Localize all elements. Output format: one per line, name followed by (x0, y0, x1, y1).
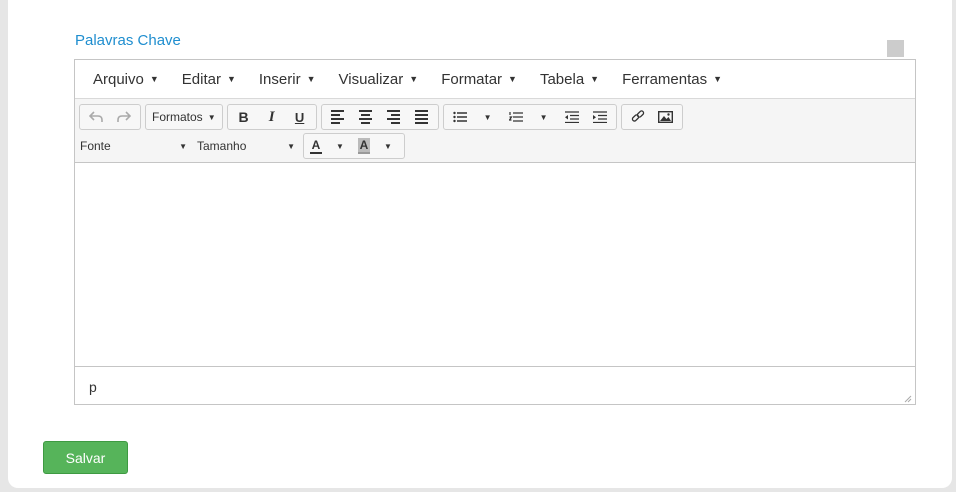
background-color-icon: A (358, 138, 370, 154)
text-style-group: B I U (226, 104, 317, 130)
link-icon[interactable] (624, 106, 652, 128)
caret-down-icon: ▼ (409, 74, 419, 84)
outdent-icon[interactable] (558, 106, 586, 128)
menu-label: Editar (181, 70, 221, 88)
insert-group (620, 104, 683, 130)
numbered-list-icon[interactable] (502, 106, 530, 128)
editor-menubar: Arquivo ▼ Editar ▼ Inserir ▼ Visualizar ▼ Fo… (75, 60, 915, 99)
redo-icon[interactable] (110, 106, 138, 128)
caret-down-icon: ▼ (287, 141, 295, 151)
resize-handle-icon[interactable] (904, 395, 912, 403)
menu-label: Visualizar (338, 70, 404, 88)
caret-down-icon: ▼ (149, 74, 159, 84)
caret-down-icon: ▼ (226, 74, 236, 84)
rich-text-editor: Arquivo ▼ Editar ▼ Inserir ▼ Visualizar ▼ Fo… (74, 59, 916, 405)
menu-formatar[interactable]: Formatar ▼ (433, 71, 525, 88)
menu-arquivo[interactable]: Arquivo ▼ (85, 71, 167, 88)
editor-statusbar: p (75, 366, 915, 406)
menu-inserir[interactable]: Inserir ▼ (251, 71, 324, 88)
background-color-caret-icon[interactable]: ▼ (374, 135, 402, 157)
font-select[interactable]: Fonte ▼ (75, 134, 193, 158)
caret-down-icon: ▼ (508, 74, 517, 84)
formats-label: Formatos (152, 110, 203, 124)
text-color-icon: A (310, 138, 322, 154)
caret-down-icon: ▼ (713, 74, 723, 84)
menu-label: Tabela (539, 70, 585, 88)
align-center-icon[interactable] (352, 106, 380, 128)
formats-group: Formatos ▼ (145, 104, 223, 130)
save-button[interactable]: Salvar (43, 441, 128, 474)
bullet-list-icon[interactable] (446, 106, 474, 128)
menu-tabela[interactable]: Tabela ▼ (532, 71, 607, 88)
bullet-list-caret-icon[interactable]: ▼ (474, 106, 502, 128)
text-color-button[interactable]: A (306, 138, 326, 154)
editor-content-area[interactable] (75, 163, 915, 366)
menu-label: Ferramentas (622, 70, 708, 88)
align-justify-icon[interactable] (408, 106, 436, 128)
list-group: ▼ ▼ (442, 104, 617, 130)
underline-button[interactable]: U (286, 106, 314, 128)
align-right-icon[interactable] (380, 106, 408, 128)
caret-down-icon: ▼ (590, 74, 600, 84)
toolbar-row-1: Formatos ▼ B I U ▼ ▼ (75, 104, 915, 130)
element-path[interactable]: p (89, 379, 97, 395)
italic-button[interactable]: I (258, 106, 286, 128)
toolbar-row-2: Fonte ▼ Tamanho ▼ A ▼ A ▼ (75, 133, 915, 159)
caret-down-icon: ▼ (306, 74, 316, 84)
align-left-icon[interactable] (324, 106, 352, 128)
numbered-list-caret-icon[interactable]: ▼ (530, 106, 558, 128)
corner-square (887, 40, 904, 57)
size-select[interactable]: Tamanho ▼ (193, 134, 303, 158)
indent-icon[interactable] (586, 106, 614, 128)
undo-icon[interactable] (82, 106, 110, 128)
size-select-value: Tamanho (197, 139, 247, 153)
form-card: Palavras Chave Arquivo ▼ Editar ▼ Inserir ▼… (8, 0, 952, 488)
menu-label: Inserir (258, 70, 301, 88)
font-select-value: Fonte (80, 139, 111, 153)
image-icon[interactable] (652, 106, 680, 128)
menu-label: Formatar (441, 70, 503, 88)
caret-down-icon: ▼ (207, 112, 216, 122)
menu-label: Arquivo (93, 70, 144, 88)
menu-visualizar[interactable]: Visualizar ▼ (331, 71, 427, 88)
caret-down-icon: ▼ (179, 141, 187, 151)
history-group (79, 104, 141, 130)
editor-toolbar: Formatos ▼ B I U ▼ ▼ Fonte ▼ Tamanho ▼ A… (75, 99, 915, 163)
background-color-button[interactable]: A (354, 138, 374, 154)
formats-dropdown[interactable]: Formatos ▼ (148, 106, 220, 128)
bold-button[interactable]: B (230, 106, 258, 128)
menu-ferramentas[interactable]: Ferramentas ▼ (614, 71, 730, 88)
color-group: A ▼ A ▼ (303, 133, 405, 159)
menu-editar[interactable]: Editar ▼ (174, 71, 244, 88)
text-color-caret-icon[interactable]: ▼ (326, 135, 354, 157)
field-label: Palavras Chave (75, 32, 181, 49)
alignment-group (320, 104, 439, 130)
